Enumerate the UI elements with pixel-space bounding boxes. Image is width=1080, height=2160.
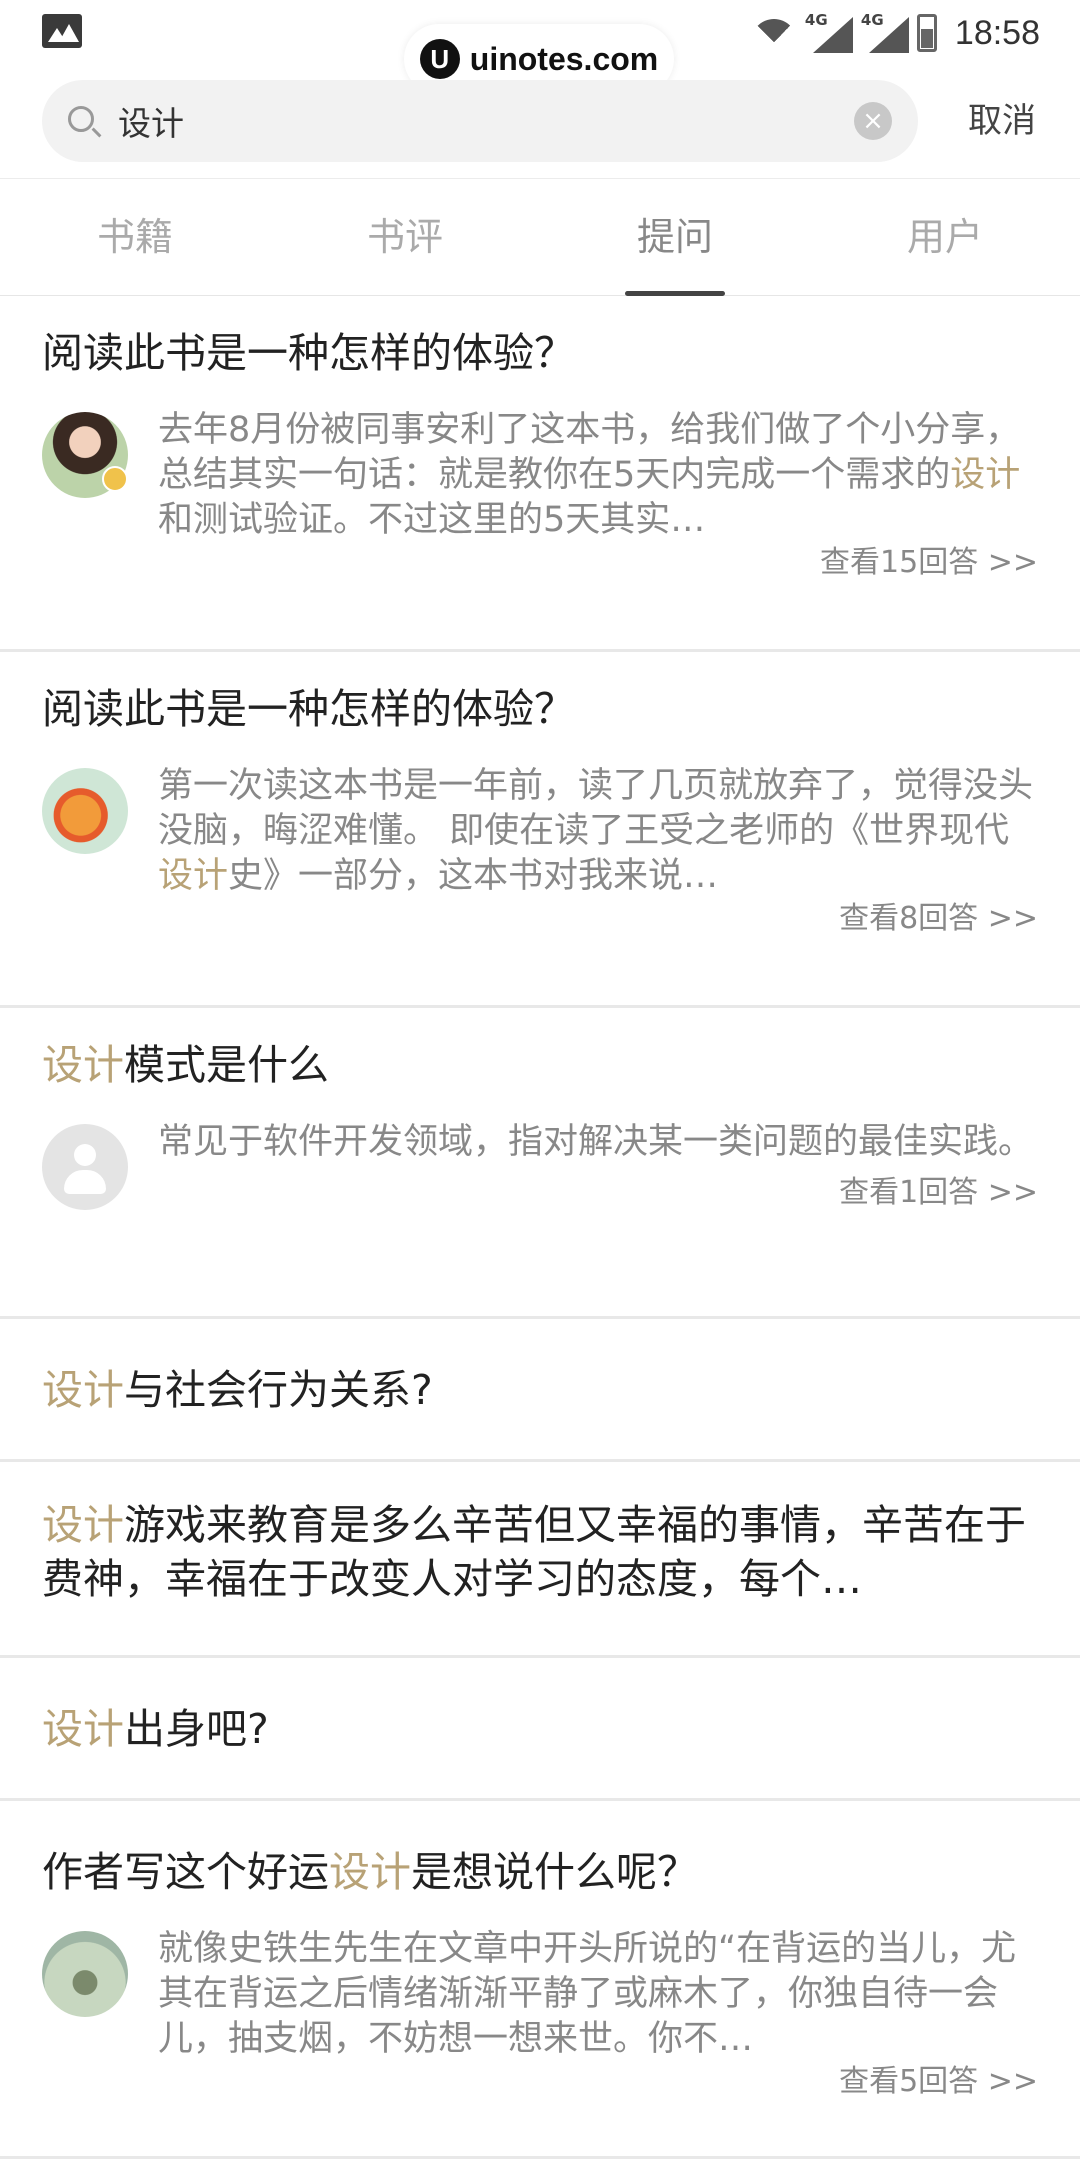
signal-icon-2: 4G xyxy=(861,11,909,53)
tab-books[interactable]: 书籍 xyxy=(0,179,270,295)
answer-preview: 就像史铁生先生在文章中开头所说的“在背运的当儿，尤其在背运之后情绪渐渐平静了或麻… xyxy=(42,1927,1038,2102)
question-title: 设计出身吧? xyxy=(42,1705,269,1753)
battery-icon xyxy=(916,14,937,52)
answer-excerpt: 常见于软件开发领域，指对解决某一类问题的最佳实践。 xyxy=(158,1122,1034,1162)
gallery-icon xyxy=(42,14,82,48)
search-bar: × 取消 xyxy=(0,80,1080,162)
question-item[interactable]: 设计模式是什么 常见于软件开发领域，指对解决某一类问题的最佳实践。 查看1回答 … xyxy=(0,1008,1080,1319)
status-bar: U uinotes.com 4G 4G 18:58 xyxy=(0,0,1080,94)
clear-icon[interactable]: × xyxy=(854,102,892,140)
answer-excerpt: 去年8月份被同事安利了这本书，给我们做了个小分享，总结其实一句话：就是教你在5天… xyxy=(158,410,1021,540)
question-item[interactable]: 设计与社会行为关系? xyxy=(0,1319,1080,1462)
question-item[interactable]: 阅读此书是一种怎样的体验？ 第一次读这本书是一年前，读了几页就放弃了，觉得没头没… xyxy=(0,652,1080,1008)
view-answers-link[interactable]: 查看1回答 >> xyxy=(158,1173,1038,1213)
question-title: 设计与社会行为关系? xyxy=(42,1366,433,1414)
cancel-button[interactable]: 取消 xyxy=(968,80,1036,162)
question-item[interactable]: 设计出身吧? xyxy=(0,1658,1080,1801)
search-icon xyxy=(68,106,94,132)
tab-questions[interactable]: 提问 xyxy=(540,179,810,296)
wifi-icon xyxy=(750,15,797,65)
answer-preview: 常见于软件开发领域，指对解决某一类问题的最佳实践。 查看1回答 >> xyxy=(42,1120,1038,1213)
avatar[interactable] xyxy=(42,768,128,854)
answer-preview: 第一次读这本书是一年前，读了几页就放弃了，觉得没头没脑，晦涩难懂。 即使在读了王… xyxy=(42,764,1038,939)
avatar[interactable] xyxy=(42,1931,128,2017)
question-title: 阅读此书是一种怎样的体验？ xyxy=(42,329,575,377)
tab-bar: 书籍 书评 提问 用户 xyxy=(0,178,1080,296)
answer-excerpt: 就像史铁生先生在文章中开头所说的“在背运的当儿，尤其在背运之后情绪渐渐平静了或麻… xyxy=(158,1929,1017,2059)
question-title: 设计模式是什么 xyxy=(42,1041,329,1089)
answer-preview: 去年8月份被同事安利了这本书，给我们做了个小分享，总结其实一句话：就是教你在5天… xyxy=(42,408,1038,583)
question-title: 作者写这个好运设计是想说什么呢？ xyxy=(42,1848,698,1896)
clock: 18:58 xyxy=(954,13,1040,52)
watermark-logo: U xyxy=(419,39,460,79)
tab-users[interactable]: 用户 xyxy=(810,179,1080,295)
status-icons: 4G 4G 18:58 xyxy=(750,8,1040,65)
search-box[interactable]: × xyxy=(42,80,918,162)
question-item[interactable]: 阅读此书是一种怎样的体验？ 去年8月份被同事安利了这本书，给我们做了个小分享，总… xyxy=(0,296,1080,652)
search-input[interactable] xyxy=(118,80,858,162)
question-list: 阅读此书是一种怎样的体验？ 去年8月份被同事安利了这本书，给我们做了个小分享，总… xyxy=(0,296,1080,2159)
signal-icon: 4G xyxy=(805,11,853,53)
answer-excerpt: 第一次读这本书是一年前，读了几页就放弃了，觉得没头没脑，晦涩难懂。 即使在读了王… xyxy=(158,766,1034,896)
tab-reviews[interactable]: 书评 xyxy=(270,179,540,295)
default-avatar-icon[interactable] xyxy=(42,1124,128,1210)
question-title: 设计游戏来教育是多么辛苦但又幸福的事情，辛苦在于费神，幸福在于改变人对学习的态度… xyxy=(42,1501,1026,1603)
verified-badge-icon xyxy=(102,466,128,492)
question-item[interactable]: 作者写这个好运设计是想说什么呢？ 就像史铁生先生在文章中开头所说的“在背运的当儿… xyxy=(0,1801,1080,2159)
view-answers-link[interactable]: 查看5回答 >> xyxy=(158,2062,1038,2102)
question-item[interactable]: 设计游戏来教育是多么辛苦但又幸福的事情，辛苦在于费神，幸福在于改变人对学习的态度… xyxy=(0,1462,1080,1658)
question-title: 阅读此书是一种怎样的体验？ xyxy=(42,685,575,733)
view-answers-link[interactable]: 查看8回答 >> xyxy=(158,899,1038,939)
watermark-text: uinotes.com xyxy=(469,40,659,77)
view-answers-link[interactable]: 查看15回答 >> xyxy=(158,543,1038,583)
